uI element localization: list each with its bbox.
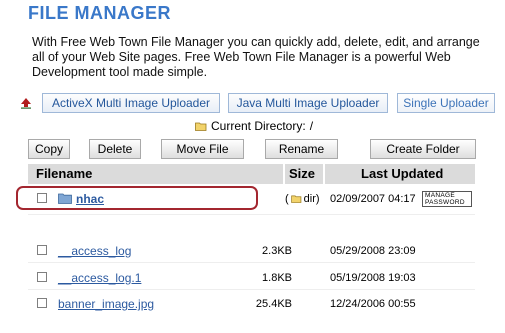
intro-text: With Free Web Town File Manager you can …	[32, 35, 480, 79]
copy-button[interactable]: Copy	[28, 139, 70, 159]
file-size: 25.4KB	[255, 298, 292, 310]
current-directory-value: /	[309, 119, 314, 133]
table-row: __access_log.1 1.8KB 05/19/2008 19:03	[28, 267, 475, 289]
highlight-annotation	[16, 186, 258, 210]
file-table-header: Filename Size Last Updated	[28, 164, 475, 184]
create-folder-button[interactable]: Create Folder	[370, 139, 476, 159]
row-divider	[28, 289, 475, 290]
current-directory: Current Directory: /	[195, 119, 313, 133]
dir-size-label: dir)	[303, 193, 320, 205]
manage-password-button[interactable]: MANAGE PASSWORD	[422, 191, 472, 207]
file-link[interactable]: banner_image.jpg	[58, 297, 154, 311]
row-checkbox[interactable]	[37, 298, 47, 308]
current-directory-label: Current Directory:	[211, 119, 306, 133]
row-divider	[28, 214, 475, 215]
rename-button[interactable]: Rename	[265, 139, 338, 159]
filename-header[interactable]: Filename	[36, 166, 92, 181]
file-date: 05/29/2008 23:09	[330, 245, 416, 257]
manage-password-label: MANAGE PASSWORD	[425, 192, 465, 206]
folder-open-icon	[290, 195, 301, 203]
activex-uploader-button[interactable]: ActiveX Multi Image Uploader	[42, 93, 220, 113]
single-uploader-button[interactable]: Single Uploader	[397, 93, 495, 113]
table-row: __access_log 2.3KB 05/29/2008 23:09	[28, 240, 475, 262]
delete-button[interactable]: Delete	[89, 139, 141, 159]
file-link[interactable]: __access_log.1	[58, 271, 141, 285]
row-checkbox[interactable]	[37, 272, 47, 282]
file-size: 2.3KB	[262, 245, 292, 257]
file-link[interactable]: __access_log	[58, 244, 131, 258]
upload-arrow-icon	[21, 98, 31, 109]
size-header[interactable]: Size	[289, 166, 315, 181]
file-date: 12/24/2006 00:55	[330, 298, 416, 310]
file-date: 02/09/2007 04:17	[330, 193, 416, 205]
folder-open-icon	[195, 122, 207, 131]
dir-size: ( dir)	[285, 193, 320, 205]
table-row: banner_image.jpg 25.4KB 12/24/2006 00:55	[28, 293, 475, 315]
file-size: 1.8KB	[262, 272, 292, 284]
move-file-button[interactable]: Move File	[161, 139, 244, 159]
java-uploader-button[interactable]: Java Multi Image Uploader	[228, 93, 388, 113]
last-updated-header[interactable]: Last Updated	[361, 166, 443, 181]
page-title: FILE MANAGER	[28, 3, 171, 23]
row-divider	[28, 262, 475, 263]
file-date: 05/19/2008 19:03	[330, 272, 416, 284]
row-checkbox[interactable]	[37, 245, 47, 255]
